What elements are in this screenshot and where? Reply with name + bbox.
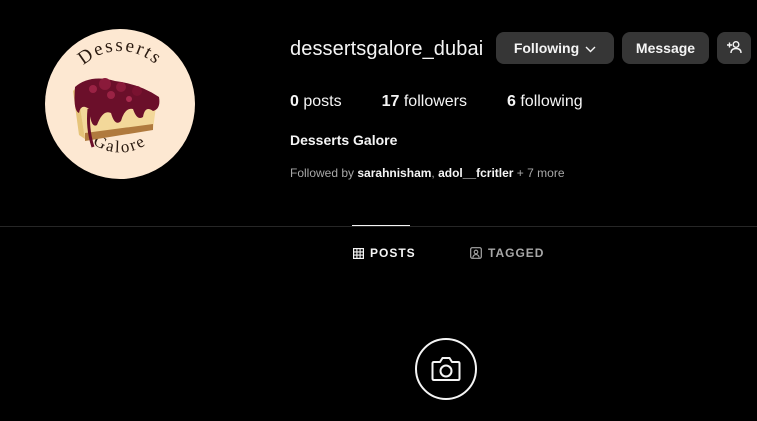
person-add-icon: [726, 39, 742, 58]
tab-posts-label: POSTS: [370, 246, 416, 260]
profile-avatar[interactable]: Desserts Galore: [45, 29, 195, 179]
tab-posts[interactable]: POSTS: [353, 246, 416, 260]
message-button-label: Message: [635, 40, 696, 56]
camera-icon: [431, 357, 461, 381]
active-tab-indicator: [352, 225, 410, 226]
following-button[interactable]: Following: [496, 32, 614, 64]
followers-count[interactable]: 17 followers: [382, 93, 467, 111]
cheesecake-illustration: [73, 78, 160, 148]
followed-by-text[interactable]: Followed by sarahnisham, adol__fcritler …: [290, 166, 565, 180]
logo-text-top: Desserts: [74, 35, 167, 69]
tabs-divider: [0, 226, 757, 227]
grid-icon: [353, 247, 364, 259]
tab-tagged-label: TAGGED: [488, 246, 545, 260]
tab-tagged[interactable]: TAGGED: [470, 246, 544, 260]
following-button-label: Following: [513, 40, 580, 56]
profile-stats: 0 posts 17 followers 6 following: [290, 93, 623, 111]
tag-user-icon: [470, 247, 482, 259]
suggest-users-button[interactable]: [717, 32, 751, 64]
posts-count: 0 posts: [290, 93, 342, 110]
empty-posts-camera: [415, 338, 477, 400]
profile-full-name: Desserts Galore: [290, 132, 398, 148]
message-button[interactable]: Message: [622, 32, 709, 64]
following-count[interactable]: 6 following: [507, 93, 583, 111]
desserts-galore-logo: Desserts Galore: [73, 35, 167, 157]
follower-link[interactable]: adol__fcritler: [438, 166, 513, 180]
profile-username: dessertsgalore_dubai: [290, 38, 484, 60]
follower-link[interactable]: sarahnisham: [357, 166, 431, 180]
chevron-down-icon: [585, 40, 596, 56]
